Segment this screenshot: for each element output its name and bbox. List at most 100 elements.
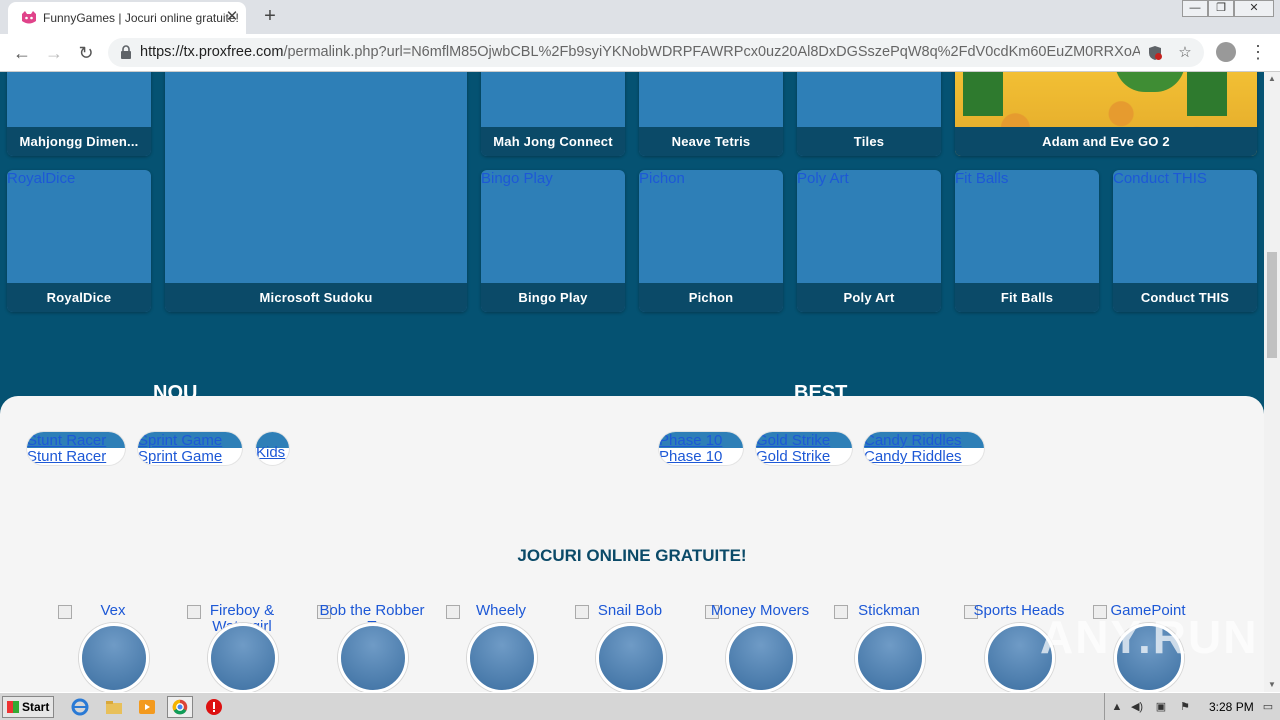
game-link-label[interactable]: Candy Riddles: [864, 448, 962, 465]
tile-label: Mah Jong Connect: [481, 127, 625, 156]
tile-label: Tiles: [797, 127, 941, 156]
url-text[interactable]: https://tx.proxfree.com/permalink.php?ur…: [140, 44, 1140, 60]
game-tile[interactable]: Neave Tetris: [639, 72, 783, 156]
tile-label: Neave Tetris: [639, 127, 783, 156]
minimize-button[interactable]: —: [1182, 0, 1208, 17]
page-viewport: Mahjongg Dimen... Microsoft Sudoku Mah J…: [0, 72, 1264, 692]
close-window-button[interactable]: ✕: [1234, 0, 1274, 17]
browser-tabstrip: FunnyGames | Jocuri online gratuite! ✕ +…: [0, 0, 1280, 34]
broken-image-alt: Gold Strike: [756, 432, 831, 449]
game-thumbnail-circle[interactable]: [596, 623, 666, 692]
game-link-label[interactable]: Phase 10: [659, 448, 722, 465]
page-scrollbar[interactable]: ▲ ▼: [1264, 72, 1280, 692]
game-tile[interactable]: Bingo Play Bingo Play: [481, 170, 625, 312]
game-tile[interactable]: Fit Balls Fit Balls: [955, 170, 1099, 312]
broken-image-alt: Fit Balls: [955, 170, 1009, 187]
new-game-link[interactable]: Kids: [256, 432, 289, 465]
game-circle-link[interactable]: Vex: [58, 603, 168, 692]
game-thumbnail-circle[interactable]: [855, 623, 925, 692]
tile-label: Conduct THIS: [1113, 283, 1257, 312]
game-tile-wide[interactable]: Adam and Eve GO 2: [955, 72, 1257, 156]
show-desktop-icon[interactable]: ▭: [1260, 699, 1276, 715]
blocked-content-icon[interactable]: [1146, 44, 1164, 62]
game-tile-large[interactable]: Microsoft Sudoku: [165, 72, 467, 312]
game-circle-link[interactable]: Money Movers: [705, 603, 815, 692]
media-player-icon[interactable]: [137, 697, 157, 717]
back-button[interactable]: ←: [9, 40, 35, 66]
screen: FunnyGames | Jocuri online gratuite! ✕ +…: [0, 0, 1280, 720]
tile-label: Pichon: [639, 283, 783, 312]
game-tile[interactable]: Mahjongg Dimen...: [7, 72, 151, 156]
game-tile[interactable]: Pichon Pichon: [639, 170, 783, 312]
scroll-thumb[interactable]: [1267, 252, 1277, 358]
network-icon[interactable]: ▣: [1153, 699, 1169, 715]
best-game-link[interactable]: Candy Riddles Candy Riddles: [864, 432, 984, 465]
action-center-flag-icon[interactable]: ⚑: [1177, 699, 1193, 715]
game-tile[interactable]: Conduct THIS Conduct THIS: [1113, 170, 1257, 312]
tile-label: RoyalDice: [7, 283, 151, 312]
game-link-label[interactable]: Sprint Game: [138, 448, 222, 465]
scroll-down-arrow-icon[interactable]: ▼: [1264, 678, 1280, 692]
start-label: Start: [22, 700, 50, 714]
game-circle-link[interactable]: Snail Bob: [575, 603, 685, 692]
tab-title: FunnyGames | Jocuri online gratuite!: [43, 11, 239, 25]
show-hidden-icons-icon[interactable]: ▲: [1109, 699, 1125, 715]
game-circle-link[interactable]: Fireboy & Watergirl: [187, 603, 297, 692]
broken-image-alt: Kids: [256, 444, 286, 461]
url-path: /permalink.php?url=N6mflM85OjwbCBL%2Fb9s…: [283, 44, 1140, 60]
game-tile[interactable]: Tiles: [797, 72, 941, 156]
game-circle-link[interactable]: Wheely: [446, 603, 556, 692]
best-game-link[interactable]: Phase 10 Phase 10: [659, 432, 743, 465]
restore-button[interactable]: ❐: [1208, 0, 1234, 17]
tree-trunk-graphic: [963, 72, 1003, 116]
bookmark-star-icon[interactable]: ☆: [1176, 44, 1194, 62]
reload-button[interactable]: ↻: [73, 40, 99, 66]
profile-avatar-icon[interactable]: [1216, 42, 1236, 62]
browser-toolbar: ← → ↻ https://tx.proxfree.com/permalink.…: [0, 34, 1280, 72]
lock-icon[interactable]: [120, 45, 132, 59]
game-thumbnail-circle[interactable]: [467, 623, 537, 692]
windows-taskbar: Start ▲ ◀) ▣ ⚑ ▭ 3:28 PM: [0, 692, 1280, 720]
scroll-up-arrow-icon[interactable]: ▲: [1264, 72, 1280, 86]
free-games-heading: JOCURI ONLINE GRATUITE!: [517, 546, 747, 565]
taskbar-clock[interactable]: 3:28 PM: [1209, 700, 1254, 714]
tile-label: Microsoft Sudoku: [165, 283, 467, 312]
new-tab-button[interactable]: +: [259, 5, 281, 27]
game-circle-link[interactable]: Stickman: [834, 603, 944, 692]
tile-label: Fit Balls: [955, 283, 1099, 312]
new-game-link[interactable]: Sprint Game Sprint Game: [138, 432, 242, 465]
tile-label: Adam and Eve GO 2: [955, 127, 1257, 156]
browser-tab[interactable]: FunnyGames | Jocuri online gratuite! ✕: [8, 2, 246, 34]
broken-image-alt: Bingo Play: [481, 170, 553, 187]
url-host: https://tx.proxfree.com: [140, 44, 284, 60]
address-bar[interactable]: https://tx.proxfree.com/permalink.php?ur…: [108, 38, 1204, 67]
game-tile[interactable]: RoyalDice RoyalDice: [7, 170, 151, 312]
funnygames-favicon-icon: [22, 11, 36, 24]
new-game-link[interactable]: Stunt Racer Stunt Racer: [27, 432, 125, 465]
game-circle-link[interactable]: Bob the Robber T: [317, 603, 427, 692]
tile-label: Poly Art: [797, 283, 941, 312]
file-explorer-icon[interactable]: [104, 697, 124, 717]
game-thumbnail-circle[interactable]: [208, 623, 278, 692]
tree-trunk-graphic: [1187, 72, 1227, 116]
forward-button[interactable]: →: [41, 40, 67, 66]
browser-menu-icon[interactable]: ⋮: [1249, 40, 1267, 66]
start-button[interactable]: Start: [2, 696, 54, 718]
game-link-label[interactable]: Stunt Racer: [27, 448, 106, 465]
tile-label: Bingo Play: [481, 283, 625, 312]
game-thumbnail-circle[interactable]: [338, 623, 408, 692]
broken-image-alt: Poly Art: [797, 170, 849, 187]
broken-image-alt: Stunt Racer: [27, 432, 107, 449]
chrome-taskbar-icon[interactable]: [167, 696, 193, 718]
broken-image-alt: Candy Riddles: [864, 432, 962, 449]
best-game-link[interactable]: Gold Strike Gold Strike: [756, 432, 852, 465]
game-tile[interactable]: Mah Jong Connect: [481, 72, 625, 156]
internet-explorer-icon[interactable]: [70, 697, 90, 717]
game-tile[interactable]: Poly Art Poly Art: [797, 170, 941, 312]
game-thumbnail-circle[interactable]: [79, 623, 149, 692]
game-thumbnail-circle[interactable]: [726, 623, 796, 692]
stop-sign-icon[interactable]: [204, 697, 224, 717]
tab-close-icon[interactable]: ✕: [223, 8, 241, 26]
game-link-label[interactable]: Gold Strike: [756, 448, 830, 465]
volume-icon[interactable]: ◀): [1129, 699, 1145, 715]
